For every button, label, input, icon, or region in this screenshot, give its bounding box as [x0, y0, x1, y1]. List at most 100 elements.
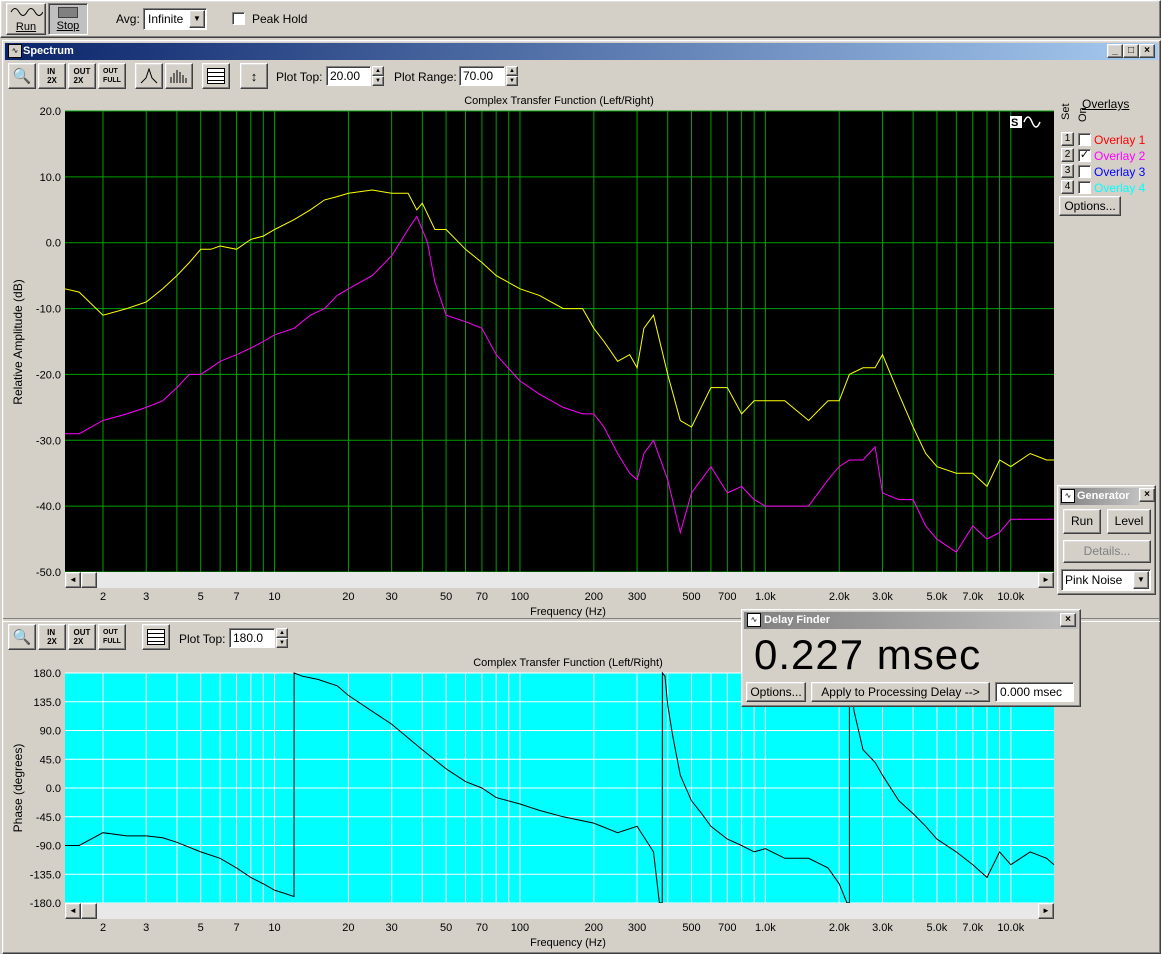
maximize-button[interactable]: □	[1123, 44, 1139, 58]
phase-zoom-tool-button[interactable]: 🔍	[8, 624, 36, 650]
delay-options-button[interactable]: Options...	[746, 682, 806, 702]
phase-x-axis-label: Frequency (Hz)	[530, 937, 606, 949]
peak-hold-checkbox[interactable]	[232, 12, 245, 25]
overlay-on-checkbox[interactable]	[1078, 165, 1091, 178]
scroll-left-arrow[interactable]: ◄	[65, 572, 81, 588]
y-tick-label: -45.0	[36, 812, 61, 824]
x-tick-label: 7.0k	[962, 922, 983, 934]
plot-range-spinner[interactable]: ▲ ▼	[506, 66, 518, 86]
amplitude-plot-area[interactable]	[65, 111, 1054, 572]
plot-range-input[interactable]: 70.00	[459, 66, 505, 86]
generator-run-button[interactable]: Run	[1063, 509, 1101, 534]
plot-top-spinner[interactable]: ▲ ▼	[372, 66, 384, 86]
x-tick-label: 5	[198, 591, 204, 603]
phase-y-axis-label: Phase (degrees)	[11, 744, 25, 833]
generator-level-button[interactable]: Level	[1107, 509, 1151, 534]
zoom-out-full-button[interactable]: OUT FULL	[98, 63, 126, 89]
x-tick-label: 200	[585, 922, 603, 934]
plot-top-input[interactable]: 20.00	[326, 66, 371, 86]
scroll-right-arrow[interactable]: ►	[1038, 903, 1054, 919]
stop-label: Stop	[56, 20, 80, 32]
chevron-down-icon[interactable]: ▼	[1133, 571, 1149, 589]
overlay-on-checkbox[interactable]: ✓	[1078, 149, 1091, 162]
amplitude-hscrollbar[interactable]: ◄ ►	[65, 572, 1054, 588]
x-tick-label: 500	[682, 922, 700, 934]
x-tick-label: 2	[100, 591, 106, 603]
overlay-label: Overlay 4	[1094, 181, 1146, 195]
overlay-set-button[interactable]: 1	[1061, 132, 1074, 146]
zoom-in-2x-icon: IN 2X	[47, 67, 57, 85]
legend-icon	[207, 68, 225, 84]
generator-signal-select[interactable]: Pink Noise ▼	[1061, 569, 1151, 591]
spectrum-title-bar: Spectrum	[5, 43, 1158, 60]
scroll-thumb[interactable]	[81, 903, 97, 919]
run-wave-icon	[10, 8, 43, 16]
zoom-in-2x-button[interactable]: IN 2X	[38, 63, 66, 89]
apply-processing-delay-button[interactable]: Apply to Processing Delay -->	[811, 682, 990, 702]
run-label: Run	[15, 21, 37, 33]
stop-button[interactable]: Stop	[48, 3, 88, 35]
x-tick-label: 3	[143, 922, 149, 934]
run-button[interactable]: Run	[6, 3, 46, 35]
delay-finder-icon: ∿	[747, 613, 761, 627]
stop-square-icon	[58, 7, 78, 18]
generator-close-button[interactable]: ×	[1139, 488, 1155, 502]
generator-signal-value: Pink Noise	[1065, 573, 1123, 587]
scale-button[interactable]: ↕	[240, 63, 268, 89]
x-tick-label: 10	[268, 922, 280, 934]
x-tick-label: 3.0k	[872, 922, 893, 934]
vertical-scale-icon: ↕	[250, 68, 258, 84]
avg-select[interactable]: Infinite ▼	[143, 8, 207, 30]
plot-top-label: Plot Top:	[276, 70, 323, 84]
x-tick-label: 20	[342, 591, 354, 603]
amplitude-y-axis-label: Relative Amplitude (dB)	[11, 279, 25, 404]
scroll-right-arrow[interactable]: ►	[1038, 572, 1054, 588]
bar-graph-button[interactable]	[165, 63, 193, 89]
x-tick-label: 30	[386, 922, 398, 934]
phase-x-ticks: 2 3 5 7 10 20 30 50 70 100 200 300 500 700 1.0k 2.0k 3.0…	[100, 922, 1025, 934]
zoom-out-full-icon: OUT FULL	[103, 68, 121, 84]
overlay-set-button[interactable]: 2	[1061, 148, 1074, 162]
legend-button[interactable]	[202, 63, 230, 89]
zoom-out-2x-icon: OUT 2X	[73, 628, 91, 646]
close-button[interactable]: ×	[1139, 44, 1155, 58]
scroll-left-arrow[interactable]: ◄	[65, 903, 81, 919]
overlay-options-button[interactable]: Options...	[1059, 196, 1121, 216]
x-tick-label: 70	[476, 922, 488, 934]
processing-delay-input[interactable]: 0.000 msec	[995, 682, 1074, 702]
x-tick-label: 10	[268, 591, 280, 603]
phase-plot-top-spinner[interactable]: ▲ ▼	[276, 628, 288, 648]
x-tick-label: 700	[718, 922, 736, 934]
scroll-thumb[interactable]	[81, 572, 97, 588]
phase-zoom-out-2x-button[interactable]: OUT 2X	[68, 624, 96, 650]
phase-zoom-in-2x-button[interactable]: IN 2X	[38, 624, 66, 650]
x-tick-label: 1.0k	[755, 591, 776, 603]
amplitude-x-axis-label: Frequency (Hz)	[530, 606, 606, 618]
overlay-label: Overlay 2	[1094, 149, 1146, 163]
overlay-label: Overlay 1	[1094, 133, 1146, 147]
zoom-tool-button[interactable]: 🔍	[8, 63, 36, 89]
y-tick-label: -90.0	[36, 841, 61, 853]
zoom-out-2x-button[interactable]: OUT 2X	[68, 63, 96, 89]
bar-graph-icon	[170, 70, 187, 83]
amplitude-chart: Complex Transfer Function (Left/Right) 2…	[11, 95, 1054, 618]
y-tick-label: -50.0	[36, 567, 61, 579]
line-graph-button[interactable]	[135, 63, 163, 89]
phase-zoom-out-full-button[interactable]: OUT FULL	[98, 624, 126, 650]
y-tick-label: 0.0	[46, 783, 61, 795]
phase-y-ticks: 180.0 135.0 90.0 45.0 0.0 -45.0 -90.0 -135.0 -18…	[30, 668, 61, 910]
phase-plot-top-input[interactable]: 180.0	[229, 628, 275, 648]
chevron-down-icon[interactable]: ▼	[189, 10, 205, 28]
delay-finder-title-bar: Delay Finder	[744, 612, 1078, 629]
overlay-set-button[interactable]: 4	[1061, 180, 1074, 194]
overlay-set-button[interactable]: 3	[1061, 164, 1074, 178]
overlay-on-checkbox[interactable]	[1078, 181, 1091, 194]
phase-hscrollbar[interactable]: ◄ ►	[65, 903, 1054, 919]
x-tick-label: 500	[682, 591, 700, 603]
delay-finder-close-button[interactable]: ×	[1060, 613, 1076, 627]
phase-legend-button[interactable]	[142, 624, 170, 650]
minimize-button[interactable]: _	[1107, 44, 1123, 58]
generator-details-button[interactable]: Details...	[1063, 540, 1151, 563]
overlay-on-checkbox[interactable]	[1078, 133, 1091, 146]
y-tick-label: 0.0	[46, 238, 61, 250]
